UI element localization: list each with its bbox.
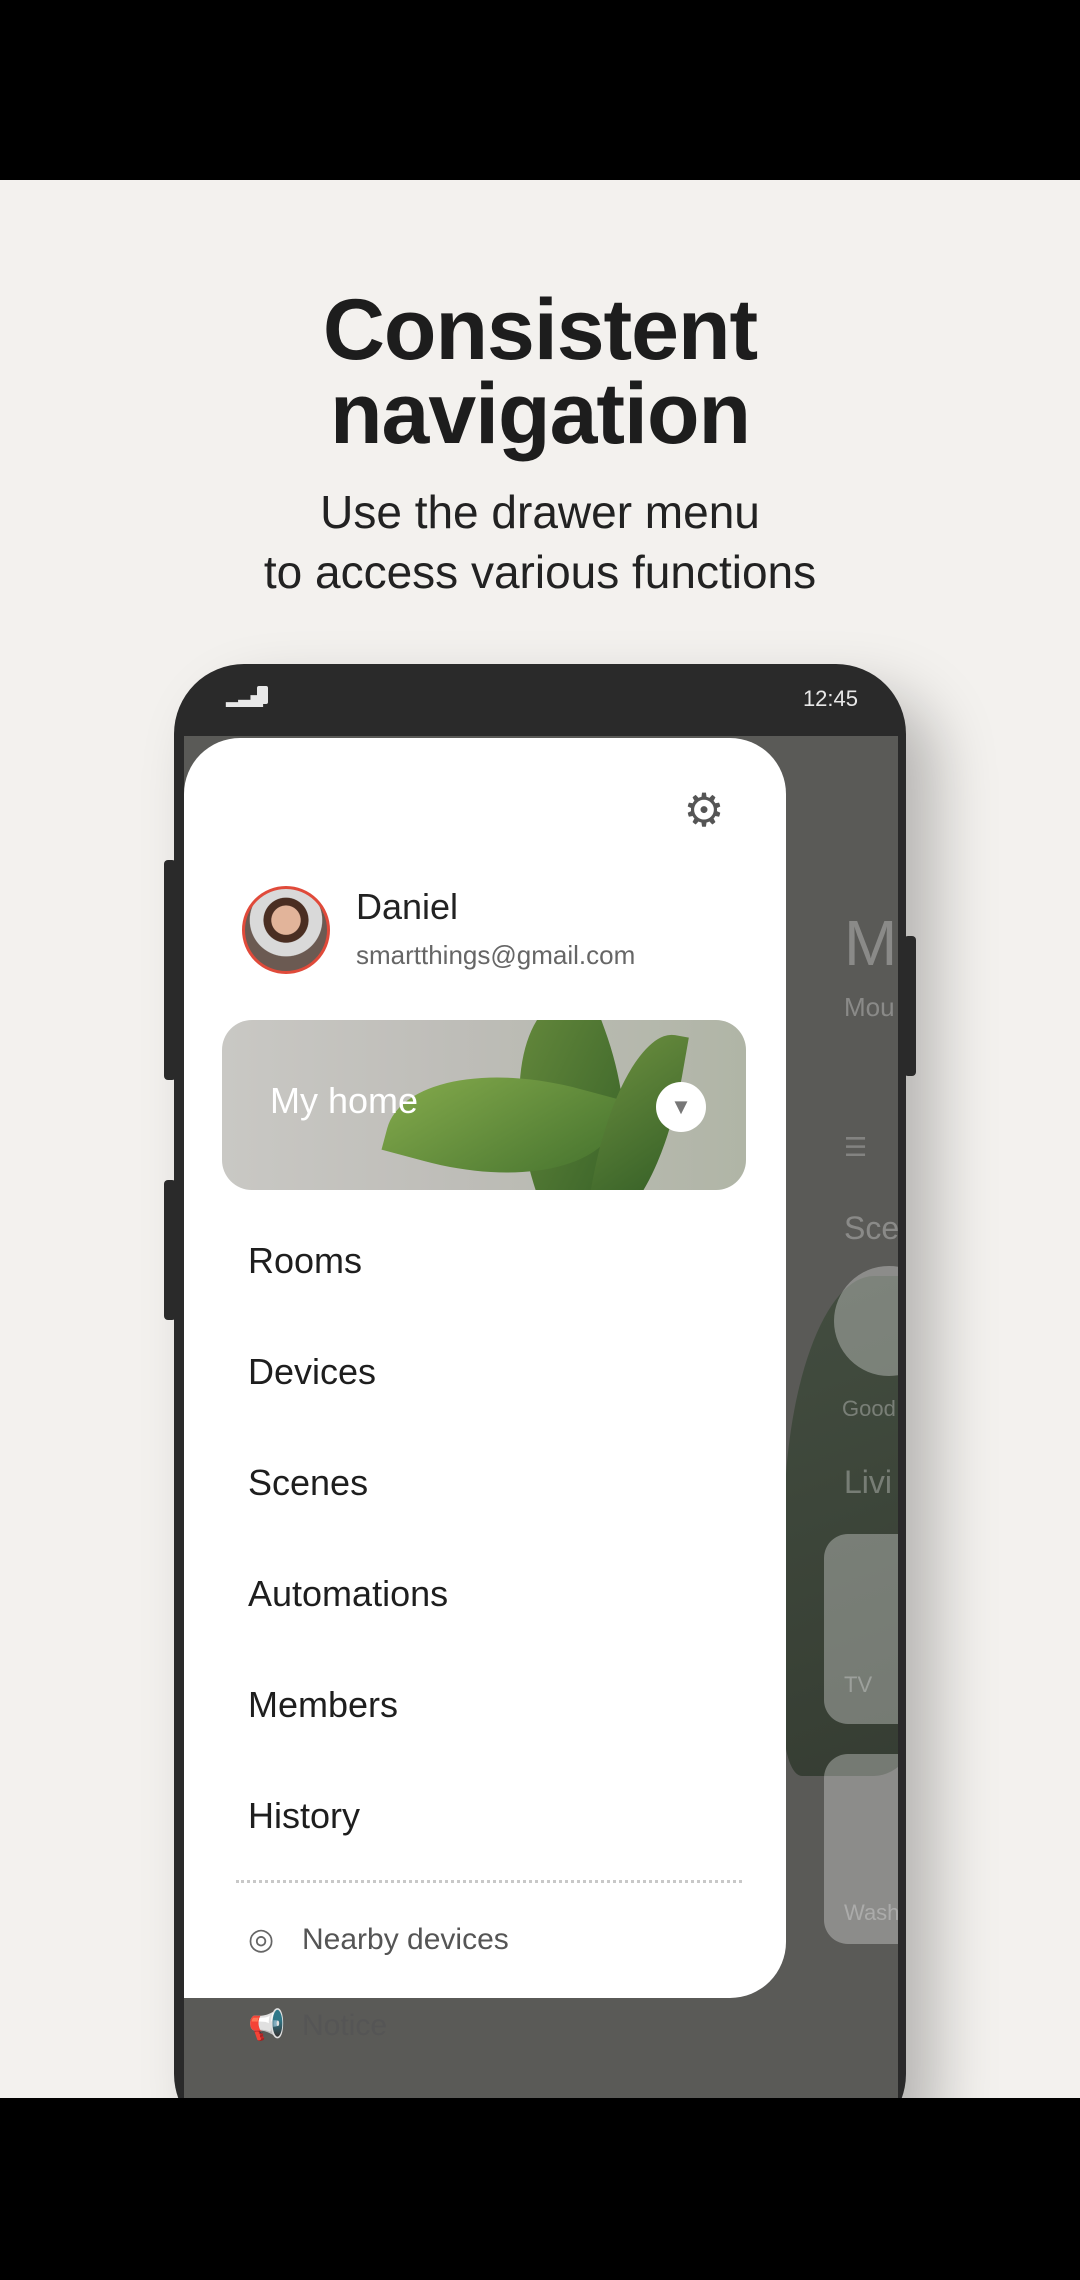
bg-room: Livi	[844, 1464, 893, 1500]
menu-item-history[interactable]: History	[248, 1795, 360, 1837]
nearby-icon: ◎	[248, 1923, 275, 1956]
user-email: smartthings@gmail.com	[356, 940, 636, 970]
home-selector[interactable]: My home ▼	[222, 1020, 746, 1190]
bg-title: M	[844, 907, 898, 979]
status-time: 12:45	[802, 686, 858, 711]
menu-item-rooms[interactable]: Rooms	[248, 1240, 362, 1282]
menu-item-nearby-devices[interactable]: ◎ Nearby devices	[248, 1922, 509, 1957]
bg-subtitle: Mou	[844, 992, 895, 1022]
menu-item-devices[interactable]: Devices	[248, 1351, 376, 1393]
menu-item-automations[interactable]: Automations	[248, 1573, 448, 1615]
volume-button	[164, 860, 176, 1080]
notice-label: Notice	[302, 2009, 388, 2042]
promo-subline: Use the drawer menu to access various fu…	[0, 482, 1080, 602]
home-label: My home	[270, 1080, 419, 1121]
promo-headline: Consistent navigation	[0, 282, 1080, 462]
subline-1: Use the drawer menu	[320, 486, 760, 538]
headline-line-2: navigation	[329, 366, 751, 462]
menu-item-members[interactable]: Members	[248, 1684, 398, 1726]
battery-icon	[257, 686, 268, 704]
headline-line-1: Consistent	[322, 282, 758, 378]
megaphone-icon: 📢	[248, 2009, 286, 2042]
avatar[interactable]	[242, 886, 330, 974]
menu-divider	[236, 1880, 742, 1883]
system-bottom-bar	[0, 2098, 1080, 2280]
menu-item-scenes[interactable]: Scenes	[248, 1462, 368, 1504]
navigation-drawer: ⚙ Daniel smartthings@gmail.com My home ▼…	[184, 738, 786, 2042]
menu-item-notice[interactable]: 📢 Notice	[248, 2008, 387, 2043]
chevron-down-icon[interactable]: ▼	[656, 1082, 706, 1132]
subline-2: to access various functions	[263, 546, 817, 598]
status-bar: ▂▃▅ 12:45	[174, 664, 906, 736]
power-button	[904, 936, 916, 1076]
settings-gear-icon[interactable]: ⚙	[678, 784, 730, 836]
bixby-button	[164, 1180, 176, 1320]
bg-scene-label: Good	[842, 1396, 896, 1421]
user-name: Daniel	[356, 886, 459, 927]
bg-scenes: Sce	[844, 1210, 898, 1246]
nearby-label: Nearby devices	[302, 1923, 509, 1956]
bg-device-1: TV	[844, 1672, 873, 1697]
bg-device-2: Wash	[844, 1900, 898, 1925]
bg-menu-icon: ☰	[844, 1132, 868, 1162]
